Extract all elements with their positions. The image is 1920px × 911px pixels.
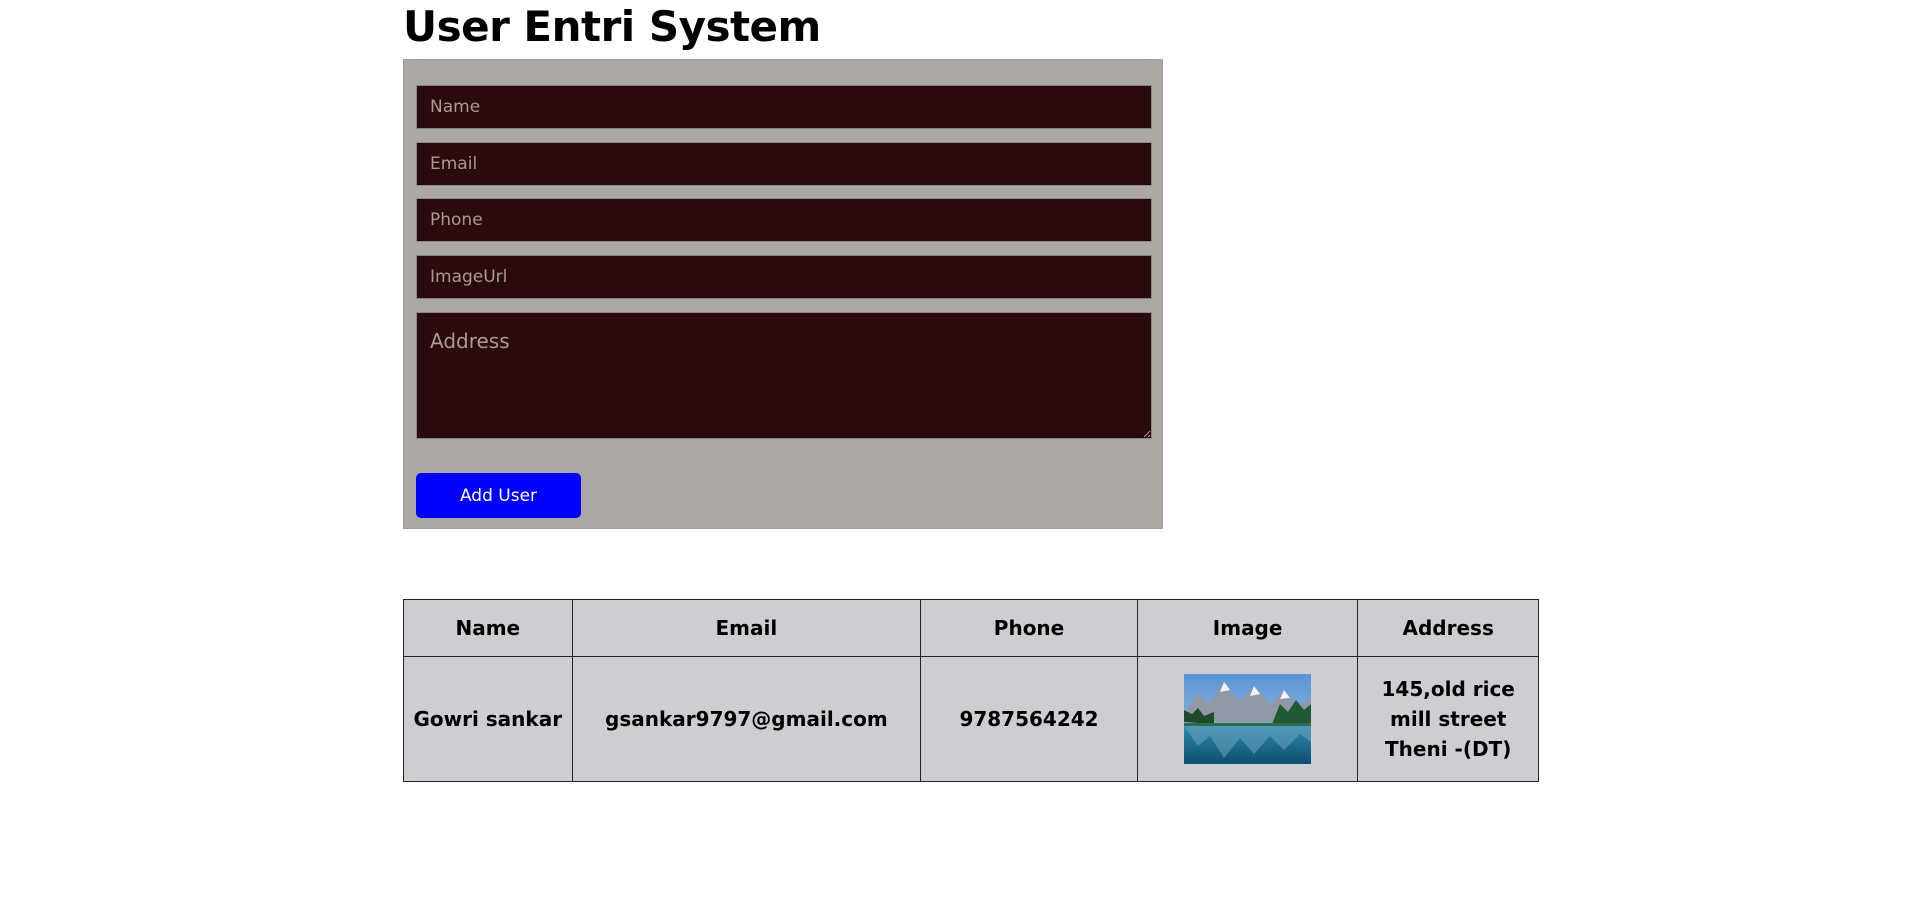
column-header-email: Email — [571, 599, 922, 657]
phone-input[interactable] — [416, 198, 1152, 242]
cell-email: gsankar9797@gmail.com — [571, 656, 922, 782]
table-row: Gowri sankar gsankar9797@gmail.com 97875… — [403, 656, 1539, 782]
page-title: User Entri System — [403, 2, 821, 51]
cell-address: 145,old rice mill street Theni -(DT) — [1357, 656, 1539, 782]
column-header-phone: Phone — [920, 599, 1138, 657]
column-header-name: Name — [403, 599, 573, 657]
address-line-2: mill street — [1390, 707, 1507, 731]
address-line-3: Theni -(DT) — [1385, 737, 1512, 761]
users-table: Name Email Phone Image Address Gowri san… — [403, 599, 1539, 782]
user-entry-form: Add User — [403, 59, 1163, 529]
landscape-thumbnail — [1184, 674, 1312, 764]
email-input[interactable] — [416, 142, 1152, 186]
cell-phone: 9787564242 — [920, 656, 1138, 782]
column-header-image: Image — [1136, 599, 1359, 657]
add-user-button[interactable]: Add User — [416, 473, 581, 518]
address-textarea[interactable] — [416, 312, 1152, 439]
image-url-input[interactable] — [416, 255, 1152, 299]
name-input[interactable] — [416, 85, 1152, 129]
cell-name: Gowri sankar — [403, 656, 573, 782]
table-header-row: Name Email Phone Image Address — [403, 599, 1539, 657]
cell-image — [1136, 656, 1359, 782]
column-header-address: Address — [1357, 599, 1539, 657]
address-line-1: 145,old rice — [1381, 677, 1515, 701]
